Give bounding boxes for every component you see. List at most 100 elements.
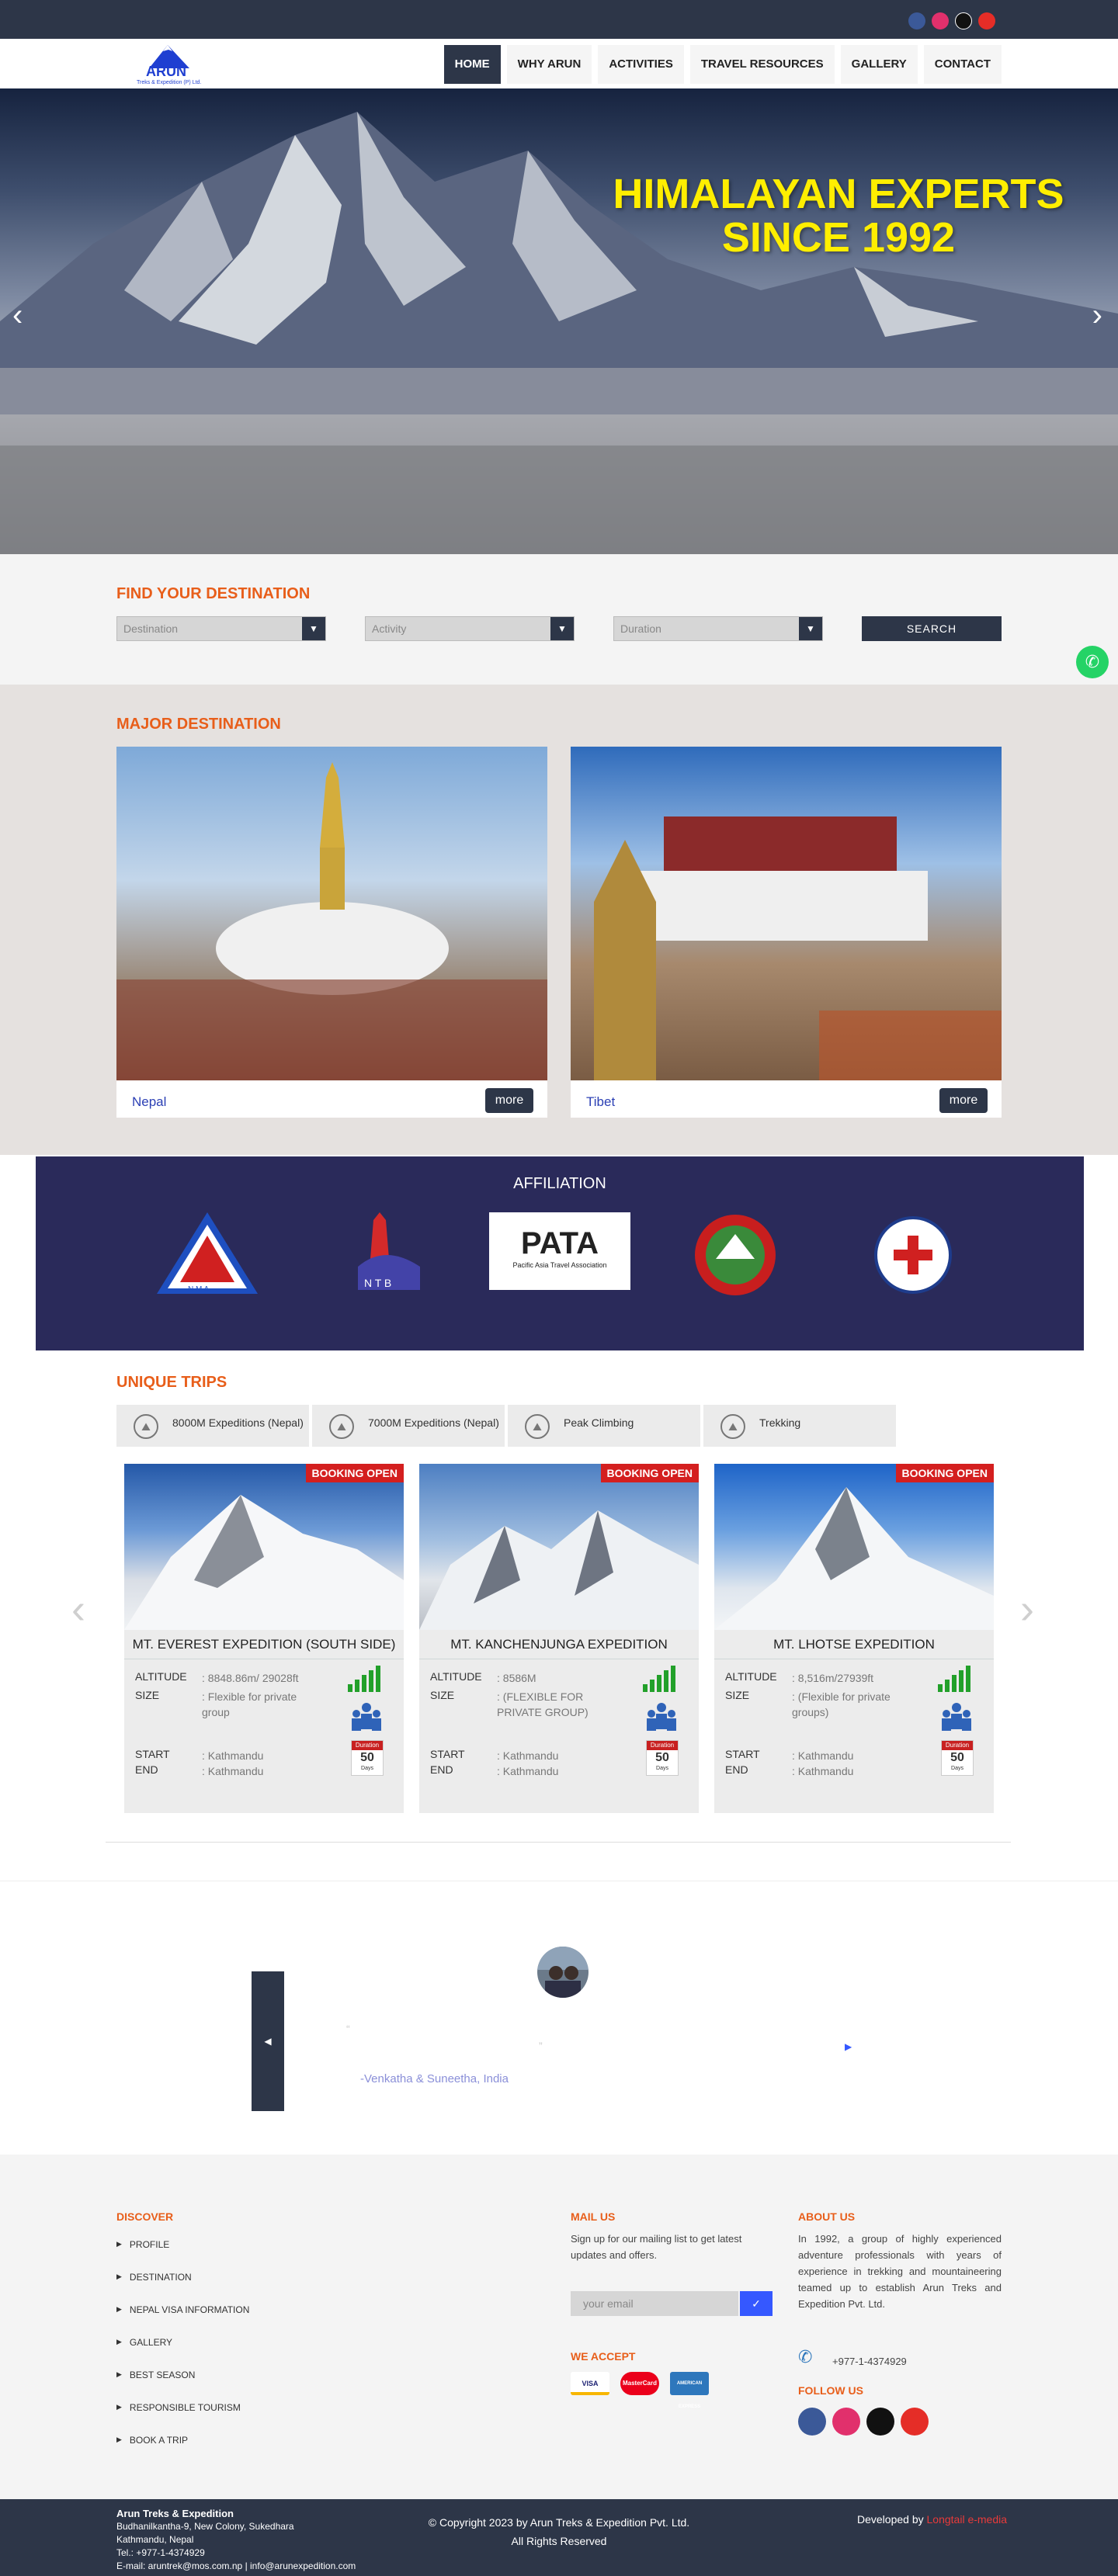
menu-home[interactable]: HOME (443, 45, 501, 84)
start-label: START (430, 1748, 465, 1760)
size-value: : Flexible for private group (202, 1690, 297, 1718)
logo-mountain-icon: ARUN Treks & Expedition (P) Ltd. (137, 45, 201, 85)
mountain-icon: ⛰ (720, 1414, 745, 1439)
testimonial-next-icon[interactable]: ▶ (845, 2041, 852, 2052)
company-address: Arun Treks & Expedition Budhanilkantha-9… (116, 2507, 356, 2573)
whatsapp-icon[interactable]: ✆ (1076, 646, 1109, 678)
lhotse-image: BOOKING OPEN (714, 1464, 994, 1630)
site-logo[interactable]: ARUN Treks & Expedition (P) Ltd. (132, 42, 217, 85)
more-button[interactable]: more (485, 1088, 533, 1113)
footer-link-profile[interactable]: PROFILE (116, 2237, 249, 2269)
pata-logo-subtext: Pacific Asia Travel Association (512, 1261, 607, 1269)
hero-slider: HIMALAYAN EXPERTS SINCE 1992 ‹ › (0, 88, 1118, 554)
tiktok-icon[interactable] (955, 12, 972, 29)
end-label: END (135, 1763, 158, 1776)
footer-link-destination[interactable]: DESTINATION (116, 2269, 249, 2302)
rights-text: All Rights Reserved (511, 2535, 607, 2547)
duration-head: Duration (942, 1741, 973, 1750)
instagram-icon[interactable] (832, 2408, 860, 2436)
search-button[interactable]: SEARCH (862, 616, 1002, 641)
tiktok-icon[interactable] (866, 2408, 894, 2436)
subscribe-button[interactable]: ✓ (740, 2291, 773, 2316)
altitude-value: : 8586M (497, 1672, 536, 1684)
pata-logo-text: PATA (521, 1226, 599, 1260)
avatar (537, 1947, 589, 1998)
hero-next-arrow-icon[interactable]: › (1092, 298, 1102, 333)
tab-label: 7000M Expeditions (Nepal) (368, 1416, 499, 1429)
footer-link-gallery[interactable]: GALLERY (116, 2335, 249, 2367)
start-label: START (135, 1748, 170, 1760)
start-label: START (725, 1748, 760, 1760)
tab-8000m[interactable]: ⛰ 8000M Expeditions (Nepal) (116, 1405, 309, 1447)
nepal-emblem-logo[interactable] (685, 1212, 786, 1298)
destination-select[interactable]: Destination ▼ (116, 616, 326, 641)
start-value: : Kathmandu (792, 1749, 854, 1762)
trip-title[interactable]: MT. LHOTSE EXPEDITION (714, 1630, 994, 1659)
altitude-label: ALTITUDE (725, 1670, 777, 1683)
footer-link-visa[interactable]: NEPAL VISA INFORMATION (116, 2302, 249, 2335)
size-label: SIZE (430, 1689, 455, 1701)
destination-name[interactable]: Nepal (132, 1094, 166, 1110)
menu-gallery[interactable]: GALLERY (840, 45, 918, 84)
trip-card-lhotse[interactable]: BOOKING OPEN MT. LHOTSE EXPEDITION ALTIT… (714, 1464, 994, 1813)
telephone: Tel.: +977-1-4374929 (116, 2547, 205, 2558)
menu-travel-resources[interactable]: TRAVEL RESOURCES (689, 45, 835, 84)
destination-card-tibet[interactable]: Tibet more (571, 747, 1002, 1118)
trip-card-everest[interactable]: BOOKING OPEN MT. EVEREST EXPEDITION (SOU… (124, 1464, 404, 1813)
booking-open-badge: BOOKING OPEN (305, 1464, 404, 1482)
trips-next-icon[interactable]: › (1020, 1585, 1034, 1633)
footer-link-book-trip[interactable]: BOOK A TRIP (116, 2432, 249, 2465)
about-title: ABOUT US (798, 2210, 856, 2223)
trip-title[interactable]: MT. EVEREST EXPEDITION (SOUTH SIDE) (124, 1630, 404, 1659)
himalayan-rescue-logo[interactable] (870, 1212, 956, 1298)
trip-title[interactable]: MT. KANCHENJUNGA EXPEDITION (419, 1630, 699, 1659)
tab-label: Peak Climbing (564, 1416, 634, 1429)
more-button[interactable]: more (939, 1088, 988, 1113)
pata-logo[interactable]: PATA Pacific Asia Travel Association (489, 1212, 630, 1290)
instagram-icon[interactable] (932, 12, 949, 29)
payment-methods: VISA MasterCard AMERICAN EXPRESS (571, 2372, 709, 2409)
nma-logo[interactable]: N M A (157, 1212, 258, 1298)
facebook-icon[interactable] (908, 12, 925, 29)
hero-prev-arrow-icon[interactable]: ‹ (12, 298, 23, 333)
hero-line-1: HIMALAYAN EXPERTS (613, 171, 1064, 217)
testimonial-prev-icon[interactable]: ◀ (252, 1971, 284, 2111)
facebook-icon[interactable] (798, 2408, 826, 2436)
trip-card-kanchenjunga[interactable]: BOOKING OPEN MT. KANCHENJUNGA EXPEDITION… (419, 1464, 699, 1813)
tab-trekking[interactable]: ⛰ Trekking (703, 1405, 896, 1447)
destination-name[interactable]: Tibet (586, 1094, 615, 1110)
tab-peak-climbing[interactable]: ⛰ Peak Climbing (508, 1405, 700, 1447)
duration-calendar-icon: Duration 50 Days (646, 1740, 679, 1776)
mountain-icon: ⛰ (525, 1414, 550, 1439)
emails[interactable]: E-mail: aruntrek@mos.com.np | info@arune… (116, 2560, 356, 2573)
booking-open-badge: BOOKING OPEN (895, 1464, 994, 1482)
activity-select[interactable]: Activity ▼ (365, 616, 575, 641)
developer-link[interactable]: Longtail e-media (927, 2513, 1008, 2526)
developer-label: Developed by (857, 2513, 924, 2526)
duration-days: Days (656, 1766, 668, 1771)
affiliation-section: AFFILIATION N M A N T B PATA Pacific Asi… (36, 1156, 1084, 1350)
footer-phone[interactable]: +977-1-4374929 (832, 2353, 907, 2370)
chevron-down-icon: ▼ (550, 617, 574, 640)
duration-select[interactable]: Duration ▼ (613, 616, 823, 641)
footer-link-responsible-tourism[interactable]: RESPONSIBLE TOURISM (116, 2400, 249, 2432)
logo-text: ARUN (146, 64, 186, 79)
footer-link-best-season[interactable]: BEST SEASON (116, 2367, 249, 2400)
email-input[interactable]: your email (571, 2291, 738, 2316)
trips-prev-icon[interactable]: ‹ (71, 1585, 85, 1633)
difficulty-bars-icon (938, 1666, 970, 1692)
altitude-label: ALTITUDE (430, 1670, 482, 1683)
accept-title: WE ACCEPT (571, 2350, 636, 2363)
youtube-icon[interactable] (901, 2408, 929, 2436)
destination-card-nepal[interactable]: Nepal more (116, 747, 547, 1118)
menu-why-arun[interactable]: WHY ARUN (506, 45, 592, 84)
menu-contact[interactable]: CONTACT (923, 45, 1002, 84)
menu-activities[interactable]: ACTIVITIES (598, 45, 684, 84)
ntb-logo[interactable]: N T B (342, 1212, 428, 1298)
testimonial-section: ◀ “ ” ▶ -Venkatha & Suneetha, India (0, 1881, 1118, 2153)
footer-socials (798, 2408, 929, 2436)
about-text: In 1992, a group of highly experienced a… (798, 2233, 1002, 2310)
tab-7000m[interactable]: ⛰ 7000M Expeditions (Nepal) (312, 1405, 505, 1447)
youtube-icon[interactable] (978, 12, 995, 29)
header-socials (908, 12, 995, 29)
